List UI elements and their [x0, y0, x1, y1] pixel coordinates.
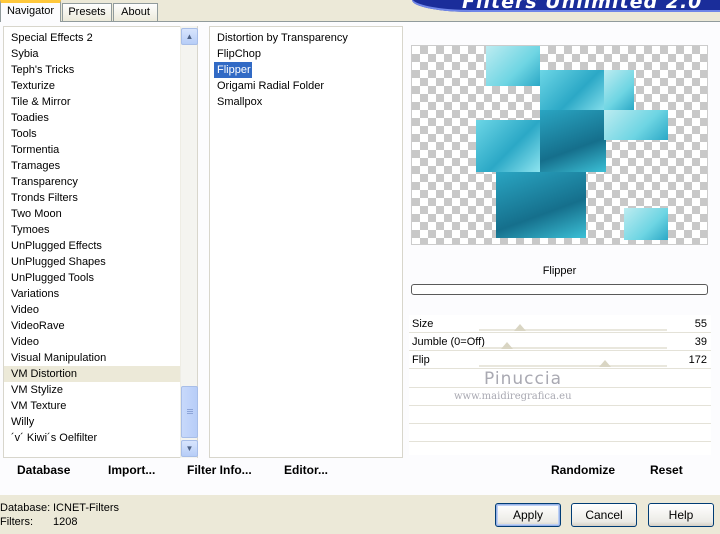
slider-track[interactable]	[479, 365, 667, 367]
category-item[interactable]: Tramages	[4, 158, 180, 174]
category-item[interactable]: VideoRave	[4, 318, 180, 334]
slider-track[interactable]	[479, 329, 667, 331]
parameter-label: Jumble (0=Off)	[412, 336, 485, 348]
slider-thumb[interactable]	[514, 324, 527, 331]
category-item[interactable]: Tools	[4, 126, 180, 142]
watermark-url: www.maidiregrafica.eu	[454, 391, 572, 402]
parameter-slider[interactable]: Flip 172	[409, 351, 711, 369]
category-item[interactable]: Tronds Filters	[4, 190, 180, 206]
slider-thumb[interactable]	[501, 342, 514, 349]
empty-parameter-row	[409, 406, 711, 424]
progress-bar	[411, 284, 708, 295]
filter-info-button[interactable]: Filter Info...	[187, 463, 252, 477]
scroll-thumb[interactable]	[181, 386, 198, 438]
category-list[interactable]: Special Effects 2 Sybia Teph's Tricks Textu…	[3, 26, 198, 458]
filter-item[interactable]: Origami Radial Folder	[210, 78, 324, 94]
category-item[interactable]: VM Stylize	[4, 382, 180, 398]
parameter-value: 55	[694, 318, 707, 330]
reset-button[interactable]: Reset	[650, 463, 683, 477]
scroll-down-button[interactable]: ▼	[181, 440, 198, 457]
tab-strip: Navigator Presets About	[0, 0, 420, 22]
chevron-down-icon: ▼	[185, 444, 194, 453]
parameter-label: Flip	[412, 354, 430, 366]
category-item[interactable]: Special Effects 2	[4, 30, 180, 46]
category-item[interactable]: Variations	[4, 286, 180, 302]
category-item[interactable]: UnPlugged Shapes	[4, 254, 180, 270]
navigator-panel: Special Effects 2 Sybia Teph's Tricks Textu…	[0, 21, 720, 495]
tab-presets[interactable]: Presets	[62, 3, 112, 22]
category-item[interactable]: Teph's Tricks	[4, 62, 180, 78]
editor-button[interactable]: Editor...	[284, 463, 328, 477]
category-item[interactable]: VM Distortion	[4, 366, 180, 382]
parameter-slider[interactable]: Size 55	[409, 315, 711, 333]
category-item[interactable]: Sybia	[4, 46, 180, 62]
help-button[interactable]: Help	[648, 503, 714, 527]
randomize-button[interactable]: Randomize	[551, 463, 615, 477]
filter-item[interactable]: Flipper	[214, 62, 252, 78]
tab-about[interactable]: About	[113, 3, 158, 22]
category-item[interactable]: Transparency	[4, 174, 180, 190]
category-item[interactable]: Tymoes	[4, 222, 180, 238]
category-item[interactable]: ´v´ Kiwi´s Oelfilter	[4, 430, 180, 446]
tab-navigator[interactable]: Navigator	[0, 0, 61, 22]
category-item[interactable]: Texturize	[4, 78, 180, 94]
selected-filter-title: Flipper	[542, 265, 577, 277]
banner-title: Filters Unlimited 2.0	[462, 0, 703, 12]
slider-thumb[interactable]	[598, 360, 611, 367]
watermark-name: Pinuccia	[484, 369, 562, 389]
category-item[interactable]: Video	[4, 334, 180, 350]
apply-button[interactable]: Apply	[495, 503, 561, 527]
category-item[interactable]: UnPlugged Effects	[4, 238, 180, 254]
filter-item[interactable]: Smallpox	[210, 94, 262, 110]
import-button[interactable]: Import...	[108, 463, 155, 477]
filters-count-value: 1208	[53, 516, 78, 528]
chevron-up-icon: ▲	[185, 32, 194, 41]
preview-image	[411, 45, 708, 245]
database-value: ICNET-Filters	[53, 502, 119, 514]
category-item[interactable]: Toadies	[4, 110, 180, 126]
filter-item[interactable]: Distortion by Transparency	[210, 30, 348, 46]
parameter-value: 172	[688, 354, 707, 366]
category-item[interactable]: Tile & Mirror	[4, 94, 180, 110]
cancel-button[interactable]: Cancel	[571, 503, 637, 527]
parameter-slider[interactable]: Jumble (0=Off) 39	[409, 333, 711, 351]
scroll-up-button[interactable]: ▲	[181, 28, 198, 45]
parameter-value: 39	[694, 336, 707, 348]
filter-list[interactable]: Distortion by Transparency FlipChop Flippe…	[209, 26, 403, 458]
parameter-label: Size	[412, 318, 434, 330]
category-item[interactable]: Two Moon	[4, 206, 180, 222]
category-item[interactable]: Tormentia	[4, 142, 180, 158]
empty-parameter-row	[409, 424, 711, 442]
category-item[interactable]: Video	[4, 302, 180, 318]
category-item[interactable]: Willy	[4, 414, 180, 430]
category-scrollbar[interactable]: ▲ ▼	[180, 26, 198, 458]
database-button[interactable]: Database	[17, 463, 70, 477]
app-banner: Filters Unlimited 2.0	[412, 0, 720, 12]
filters-count-label: Filters:	[0, 516, 33, 528]
database-label: Database:	[0, 502, 51, 514]
category-item[interactable]: VM Texture	[4, 398, 180, 414]
category-item[interactable]: Visual Manipulation	[4, 350, 180, 366]
category-item[interactable]: UnPlugged Tools	[4, 270, 180, 286]
filter-item[interactable]: FlipChop	[210, 46, 261, 62]
